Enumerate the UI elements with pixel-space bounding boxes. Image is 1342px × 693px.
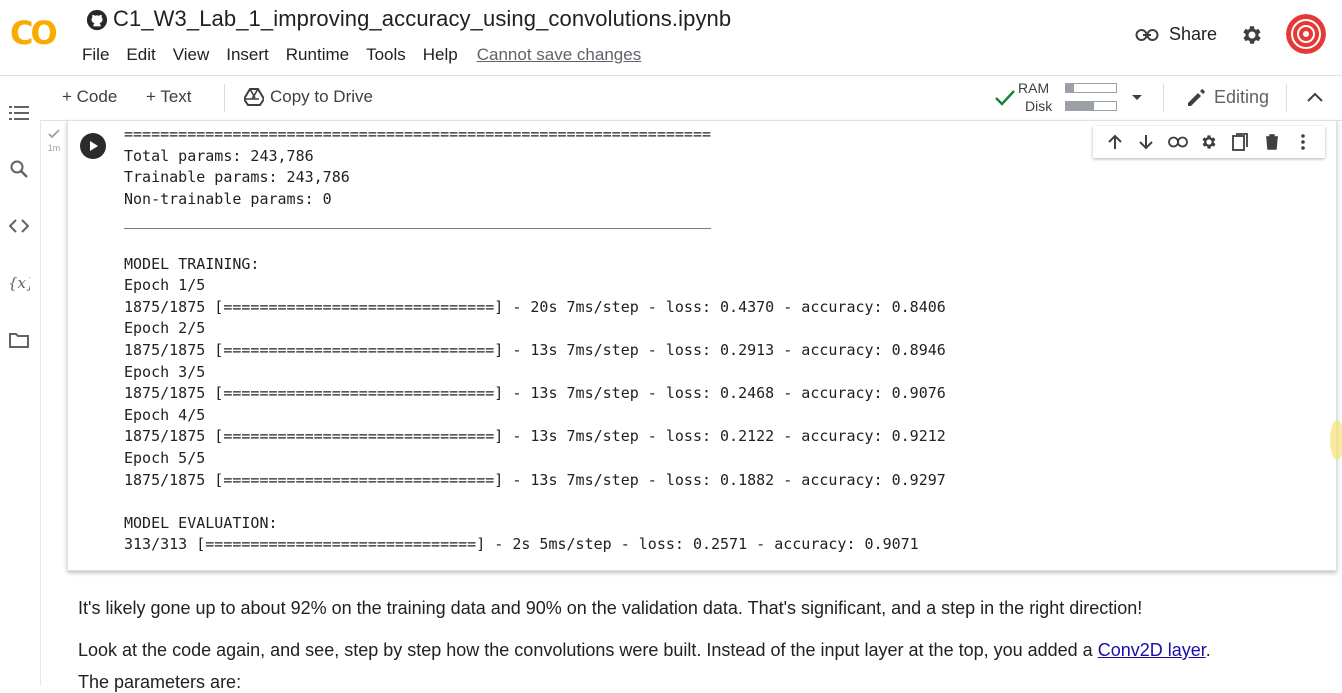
cannot-save-notice[interactable]: Cannot save changes: [477, 45, 641, 65]
menu-tools[interactable]: Tools: [366, 45, 406, 65]
copy-to-drive-label: Copy to Drive: [270, 87, 373, 106]
table-of-contents-icon[interactable]: [8, 102, 30, 124]
more-options-icon[interactable]: [1293, 132, 1313, 152]
menu-view[interactable]: View: [173, 45, 210, 65]
link-icon: [1135, 28, 1159, 41]
app-header: CO C1_W3_Lab_1_improving_accuracy_using_…: [0, 0, 1342, 75]
output-line: MODEL EVALUATION:: [124, 513, 278, 532]
output-line: Epoch 5/5: [124, 448, 206, 467]
output-line: MODEL TRAINING:: [124, 254, 260, 273]
svg-text:CO: CO: [10, 14, 56, 50]
markdown-text: Look at the code again, and see, step by…: [78, 640, 1098, 660]
share-label: Share: [1169, 24, 1218, 44]
search-icon[interactable]: [8, 158, 30, 180]
link-to-cell-icon[interactable]: [1167, 132, 1188, 152]
menu-help[interactable]: Help: [423, 45, 458, 65]
conv2d-layer-link[interactable]: Conv2D layer: [1098, 640, 1206, 660]
play-icon: [90, 141, 98, 151]
cursor-highlight: [1330, 420, 1342, 460]
add-text-button[interactable]: + Text: [146, 87, 192, 107]
svg-text:{x}: {x}: [8, 274, 30, 292]
add-text-label: + Text: [146, 87, 192, 106]
move-cell-down-icon[interactable]: [1136, 132, 1156, 152]
account-avatar[interactable]: [1286, 14, 1326, 54]
output-line: Trainable params: 243,786: [124, 168, 350, 187]
cell-exec-status: 1m: [46, 128, 62, 154]
connected-check-icon: [995, 90, 1015, 106]
output-line: 1875/1875 [=============================…: [124, 427, 946, 446]
menu-runtime[interactable]: Runtime: [286, 45, 349, 65]
output-line: 313/313 [==============================]…: [124, 535, 919, 554]
left-sidebar: {x}: [0, 106, 41, 686]
output-line: 1875/1875 [=============================…: [124, 297, 946, 316]
markdown-paragraph: The parameters are:: [78, 672, 242, 692]
output-line: 1875/1875 [=============================…: [124, 384, 946, 403]
run-cell-button[interactable]: [80, 133, 106, 159]
github-icon: [86, 9, 108, 31]
exec-check-icon: [48, 129, 60, 139]
colab-logo[interactable]: CO: [10, 14, 64, 50]
copy-to-drive-button[interactable]: Copy to Drive: [244, 87, 373, 107]
exec-time: 1m: [47, 143, 61, 153]
code-snippets-icon[interactable]: [8, 215, 30, 237]
output-line: Non-trainable params: 0: [124, 189, 332, 208]
cell-settings-gear-icon[interactable]: [1199, 132, 1219, 152]
output-line: Epoch 4/5: [124, 405, 206, 424]
menu-file[interactable]: File: [82, 45, 109, 65]
editing-mode-button[interactable]: Editing: [1186, 87, 1269, 108]
disk-label: Disk: [1025, 98, 1053, 114]
resources-dropdown-icon[interactable]: [1131, 94, 1143, 102]
mirror-cell-in-tab-icon[interactable]: [1230, 132, 1250, 152]
notebook-title[interactable]: C1_W3_Lab_1_improving_accuracy_using_con…: [113, 6, 731, 32]
pencil-icon: [1188, 88, 1205, 106]
move-cell-up-icon[interactable]: [1105, 132, 1125, 152]
toolbar-divider: [1286, 84, 1287, 112]
output-line: Epoch 2/5: [124, 319, 206, 338]
menu-bar: File Edit View Insert Runtime Tools Help…: [82, 45, 658, 65]
menu-insert[interactable]: Insert: [226, 45, 269, 65]
output-line: ​: [124, 491, 946, 513]
settings-gear-icon[interactable]: [1240, 23, 1264, 47]
variables-icon[interactable]: {x}: [8, 272, 30, 294]
markdown-paragraph: Look at the code again, and see, step by…: [78, 640, 1211, 661]
drive-icon: [244, 88, 264, 106]
delete-cell-trash-icon[interactable]: [1262, 132, 1282, 152]
disk-usage-bar: [1065, 101, 1117, 111]
cell-output: ========================================…: [124, 124, 946, 556]
output-line: ​: [124, 232, 946, 254]
notebook-toolbar: + Code + Text Copy to Drive RAM Disk Edi…: [0, 75, 1342, 121]
output-line: ========================================…: [124, 125, 711, 143]
files-folder-icon[interactable]: [8, 329, 30, 351]
resource-monitor[interactable]: RAM Disk: [1018, 79, 1052, 115]
output-line: Epoch 3/5: [124, 362, 206, 381]
add-code-button[interactable]: + Code: [62, 87, 117, 107]
menu-edit[interactable]: Edit: [126, 45, 155, 65]
output-line: ________________________________________…: [124, 211, 711, 230]
cell-toolbar: [1093, 126, 1325, 158]
output-line: 1875/1875 [=============================…: [124, 470, 946, 489]
editing-label: Editing: [1214, 87, 1270, 107]
output-line: Epoch 1/5: [124, 276, 206, 295]
add-code-label: + Code: [62, 87, 118, 106]
markdown-paragraph: It's likely gone up to about 92% on the …: [78, 598, 1143, 618]
ram-usage-bar: [1065, 83, 1117, 93]
toolbar-divider: [224, 84, 225, 112]
markdown-text: .: [1205, 640, 1211, 660]
share-button[interactable]: Share: [1135, 24, 1217, 45]
ram-label: RAM: [1018, 80, 1050, 96]
output-line: 1875/1875 [=============================…: [124, 340, 946, 359]
collapse-header-chevron-icon[interactable]: [1306, 91, 1324, 103]
toolbar-divider: [1163, 84, 1164, 112]
output-line: Total params: 243,786: [124, 146, 314, 165]
